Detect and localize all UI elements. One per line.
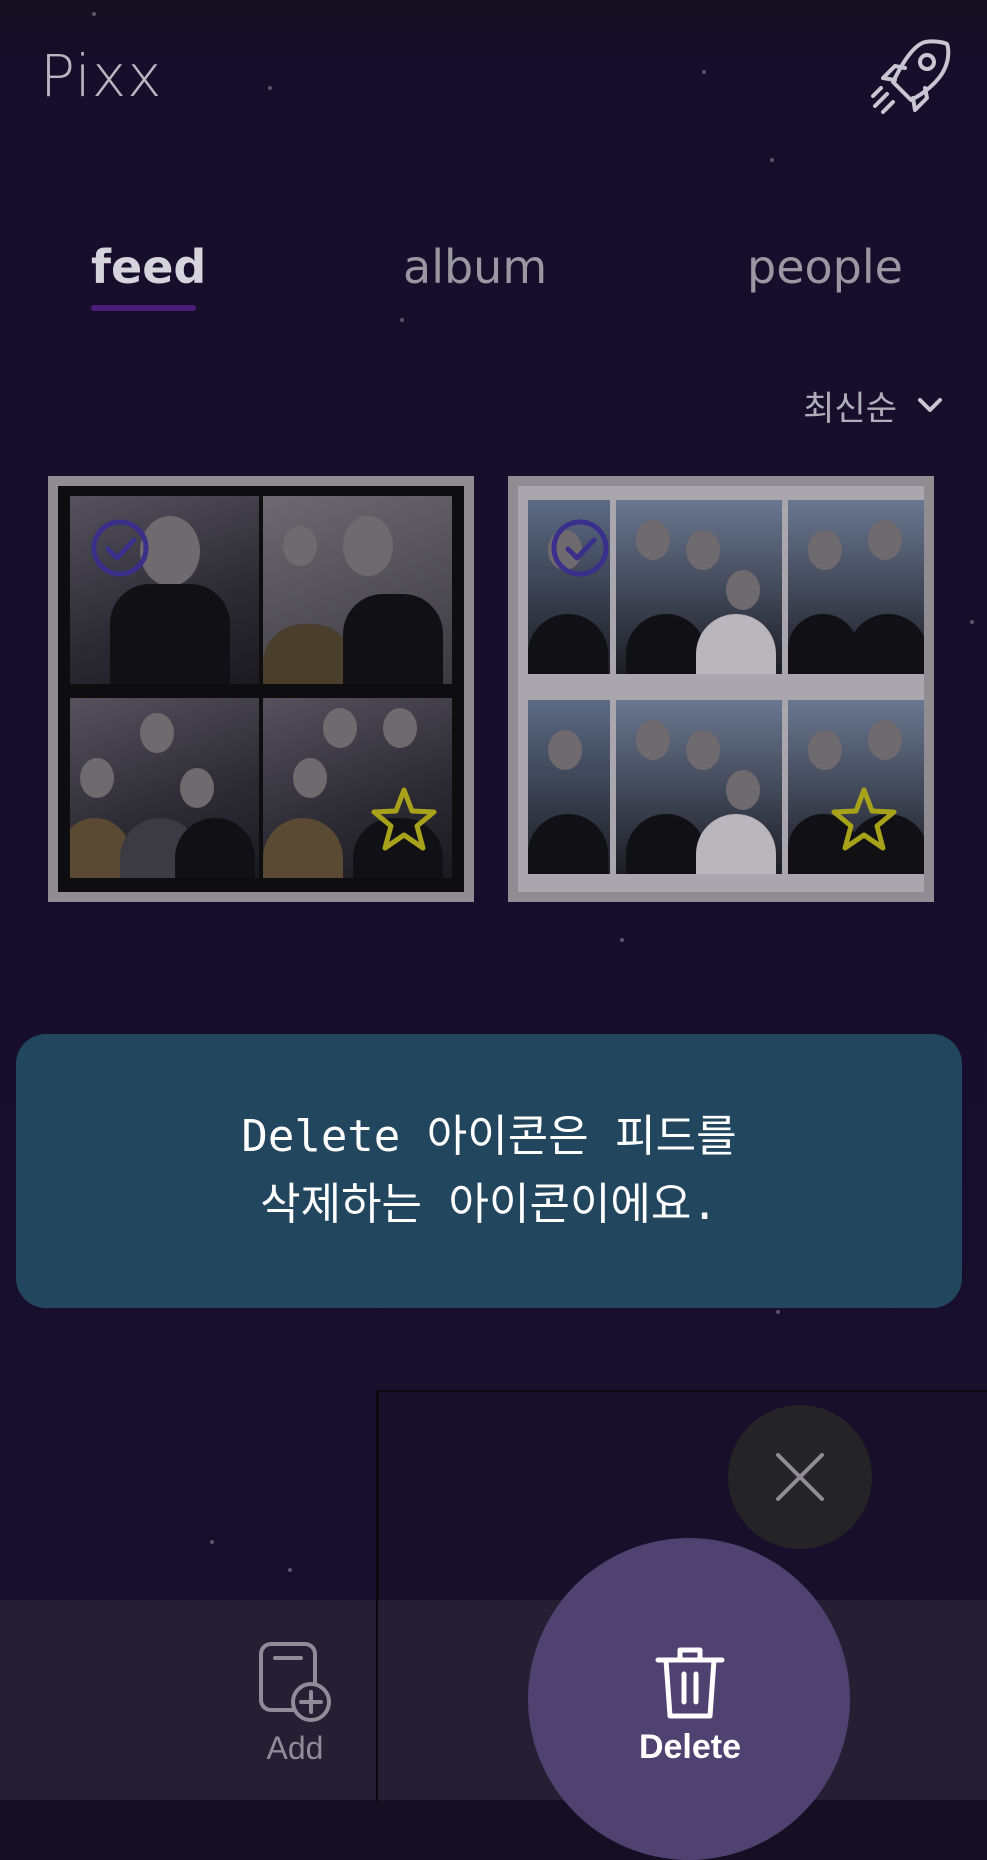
background-dot (970, 620, 974, 624)
background-dot (770, 158, 774, 162)
delete-label: Delete (638, 1728, 742, 1766)
app-logo: Pixx (40, 42, 163, 110)
check-circle-icon[interactable] (88, 516, 152, 580)
background-dot (620, 938, 624, 942)
background-dot (776, 1310, 780, 1314)
sort-dropdown[interactable]: 최신순 (803, 380, 945, 430)
tooltip-text: Delete 아이콘은 피드를 삭제하는 아이콘이에요. (241, 1103, 736, 1239)
delete-button[interactable]: Delete (610, 1644, 770, 1774)
photo-frame (263, 496, 452, 684)
star-icon[interactable] (368, 784, 440, 856)
add-document-icon (259, 1642, 331, 1722)
chevron-down-icon (918, 398, 942, 412)
sort-label: 최신순 (803, 388, 897, 429)
add-button[interactable]: Add (240, 1640, 350, 1780)
app-screen: Pixx feed album people 최신순 Delete 아이콘은 피… (0, 0, 987, 1860)
divider (376, 1390, 378, 1800)
top-bar: Pixx (0, 0, 987, 140)
photo-frame (788, 500, 924, 674)
background-dot (210, 1540, 214, 1544)
rocket-icon[interactable] (865, 32, 955, 122)
background-dot (288, 1568, 292, 1572)
check-circle-icon[interactable] (548, 516, 612, 580)
tab-album[interactable]: album (403, 240, 547, 294)
close-button[interactable] (728, 1405, 872, 1549)
feed-item[interactable] (48, 476, 474, 902)
photo-frame (528, 700, 610, 874)
feed-item[interactable] (508, 476, 934, 902)
tooltip-line: Delete 아이콘은 피드를 (241, 1111, 737, 1162)
close-icon (776, 1453, 824, 1501)
tab-feed[interactable]: feed (91, 240, 206, 294)
photo-frame (616, 500, 782, 674)
photo-frame (616, 700, 782, 874)
coach-mark-tooltip: Delete 아이콘은 피드를 삭제하는 아이콘이에요. (16, 1034, 962, 1308)
star-icon[interactable] (828, 784, 900, 856)
tab-people[interactable]: people (747, 240, 903, 294)
add-label: Add (266, 1730, 324, 1766)
tooltip-line: 삭제하는 아이콘이에요. (260, 1179, 718, 1230)
photo-frame (70, 698, 259, 878)
active-tab-indicator (91, 305, 196, 311)
trash-icon (655, 1647, 725, 1719)
